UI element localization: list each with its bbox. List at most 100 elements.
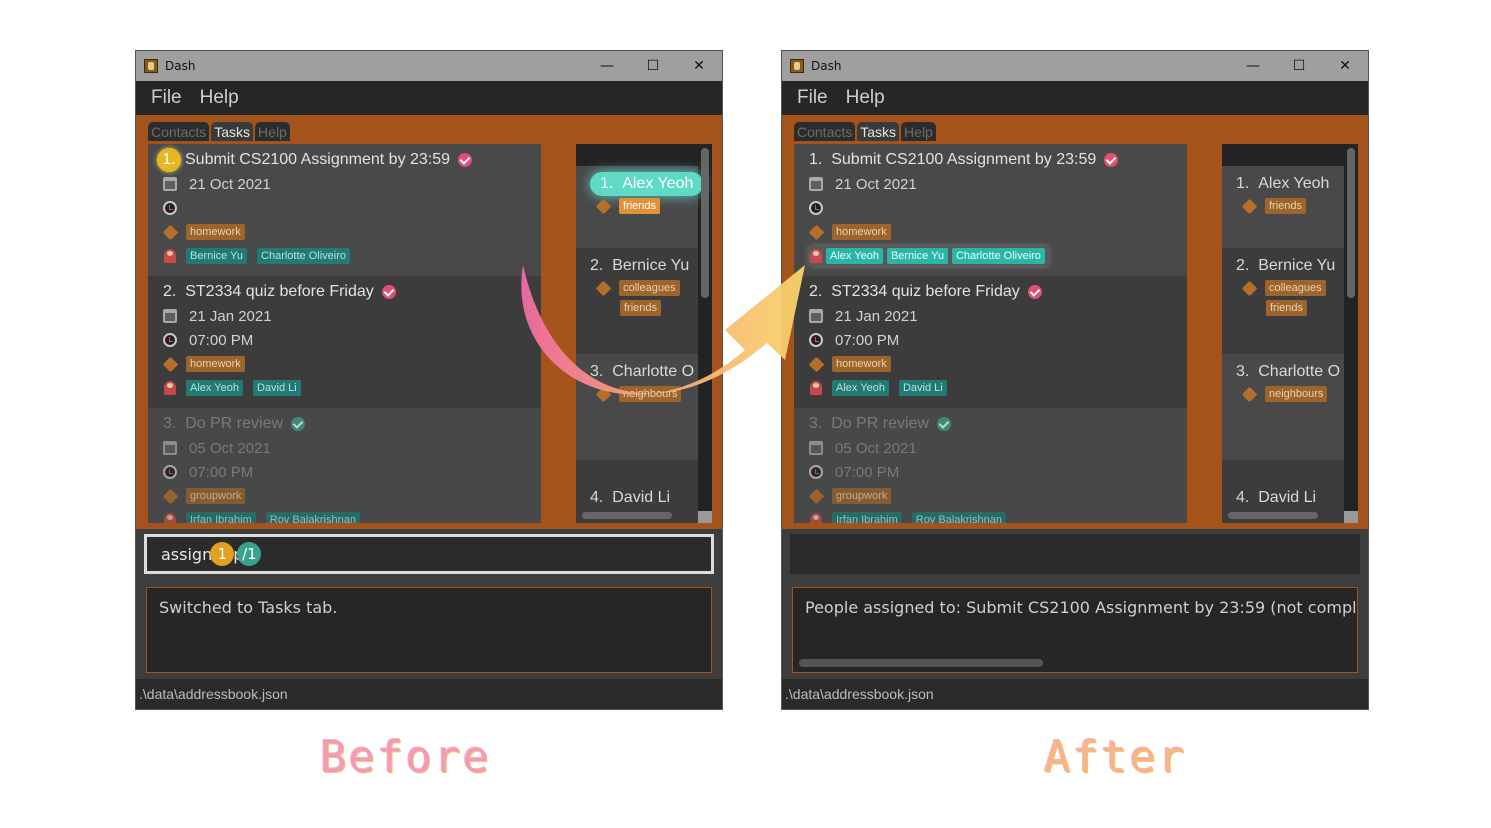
task-list[interactable]: 1. Submit CS2100 Assignment by 23:59 21 … [794, 144, 1187, 523]
tab-tasks[interactable]: Tasks [857, 122, 900, 141]
assignee-pill: Alex Yeoh [832, 380, 889, 396]
person-icon [810, 249, 822, 263]
task-card[interactable]: 3. Do PR review 05 Oct 2021 07:00 PM gro… [794, 408, 1187, 523]
contact-index: 1. [1236, 175, 1250, 192]
task-title: Do PR review [185, 415, 284, 432]
task-card[interactable]: 1. Submit CS2100 Assignment by 23:59 21 … [794, 144, 1187, 276]
contact-scrollbar[interactable] [1347, 148, 1355, 298]
task-date: 21 Jan 2021 [189, 307, 272, 325]
task-list[interactable]: 1. Submit CS2100 Assignment by 23:59 21 O… [148, 144, 541, 523]
menu-help[interactable]: Help [200, 87, 239, 109]
comparison-stage: Dash — ☐ ✕ File Help Contacts Tasks Help… [0, 0, 1491, 828]
command-input[interactable]: assign 1 p /1 [144, 534, 714, 574]
contact-index: 3. [590, 363, 604, 380]
incomplete-check-icon [381, 285, 396, 299]
contact-list[interactable]: 1. Alex Yeoh friends 2. Bernice Yu colle… [1222, 144, 1358, 523]
window-title: Dash [165, 59, 196, 73]
calendar-icon [163, 177, 177, 191]
contact-hscrollbar[interactable] [582, 512, 672, 519]
contact-name: Bernice Yu [612, 257, 690, 274]
tag-icon [162, 488, 179, 504]
after-caption: After [1044, 732, 1187, 783]
title-bar: Dash — ☐ ✕ [136, 51, 722, 81]
maximize-button[interactable]: ☐ [630, 51, 676, 81]
tab-help[interactable]: Help [255, 122, 290, 141]
complete-check-icon [937, 417, 952, 431]
contact-list[interactable]: 1. Alex Yeoh friends 2. Bernice Yu colle… [576, 144, 712, 523]
command-area: assign 1 p /1 [136, 529, 722, 579]
task-card[interactable]: 2. ST2334 quiz before Friday 21 Jan 2021… [148, 276, 541, 408]
minimize-button[interactable]: — [1230, 51, 1276, 81]
app-icon [790, 59, 804, 73]
assignee-highlight-group: Alex Yeoh Bernice Yu Charlotte Oliveiro [809, 246, 1049, 266]
status-bar: .\data\addressbook.json [136, 679, 722, 709]
task-title: Submit CS2100 Assignment by 23:59 [831, 151, 1097, 168]
contact-card[interactable]: 2. Bernice Yu colleagues friends [1222, 248, 1344, 354]
task-title: Submit CS2100 Assignment by 23:59 [185, 151, 451, 168]
tag-icon [1241, 198, 1258, 214]
result-area: People assigned to: Submit CS2100 Assign… [782, 579, 1368, 679]
person-icon [810, 381, 822, 395]
contact-card[interactable]: 3. Charlotte O neighbours [576, 354, 698, 460]
close-button[interactable]: ✕ [1322, 51, 1368, 81]
task-index-highlight: 1. [157, 148, 181, 172]
task-tag: homework [186, 224, 245, 240]
menu-file[interactable]: File [797, 87, 828, 109]
title-bar: Dash — ☐ ✕ [782, 51, 1368, 81]
task-card[interactable]: 3. Do PR review 05 Oct 2021 07:00 PM gro… [148, 408, 541, 523]
close-button[interactable]: ✕ [676, 51, 722, 81]
task-index: 3. [809, 415, 823, 432]
tag-icon [1241, 280, 1258, 296]
task-card[interactable]: 2. ST2334 quiz before Friday 21 Jan 2021… [794, 276, 1187, 408]
menu-file[interactable]: File [151, 87, 182, 109]
task-date: 05 Oct 2021 [835, 439, 917, 457]
contact-name: Bernice Yu [1258, 257, 1336, 274]
assignee-pill: Roy Balakrishnan [911, 512, 1006, 523]
task-title: Do PR review [831, 415, 930, 432]
menu-bar: File Help [782, 81, 1368, 115]
assignee-pill: Bernice Yu [186, 248, 248, 264]
task-tag: homework [832, 356, 891, 372]
contact-tag: friends [1265, 198, 1307, 214]
maximize-button[interactable]: ☐ [1276, 51, 1322, 81]
contact-scrollbar[interactable] [701, 148, 709, 298]
task-time: 07:00 PM [835, 463, 900, 481]
complete-check-icon [291, 417, 306, 431]
assignee-pill: David Li [252, 380, 301, 396]
minimize-button[interactable]: — [584, 51, 630, 81]
contact-card[interactable]: 3. Charlotte O neighbours [1222, 354, 1344, 460]
contact-tag: colleagues [619, 280, 680, 296]
contact-card[interactable]: 2. Bernice Yu colleagues friends [576, 248, 698, 354]
status-path: .\data\addressbook.json [785, 686, 934, 702]
result-display: People assigned to: Submit CS2100 Assign… [792, 587, 1358, 673]
task-date: 21 Oct 2021 [189, 175, 271, 193]
clock-icon [163, 201, 177, 215]
contact-hscrollbar[interactable] [1228, 512, 1318, 519]
tab-help[interactable]: Help [901, 122, 936, 141]
main-panel: Contacts Tasks Help 1. Submit CS2100 Assi… [136, 115, 722, 529]
tag-icon [1241, 386, 1258, 402]
tab-bar: Contacts Tasks Help [148, 122, 290, 141]
command-index-highlight: 1 [210, 542, 235, 566]
result-hscrollbar[interactable] [799, 659, 1043, 667]
scroll-corner [698, 511, 712, 523]
tab-contacts[interactable]: Contacts [794, 122, 856, 141]
command-input[interactable] [790, 534, 1360, 574]
task-card[interactable]: 1. Submit CS2100 Assignment by 23:59 21 O… [148, 144, 541, 276]
tab-contacts[interactable]: Contacts [148, 122, 210, 141]
incomplete-check-icon [1104, 153, 1119, 167]
task-time: 07:00 PM [835, 331, 900, 349]
contact-card[interactable]: 1. Alex Yeoh friends [1222, 166, 1344, 248]
contact-index: 2. [1236, 257, 1250, 274]
assignee-pill: Charlotte Oliveiro [951, 248, 1045, 264]
contact-card[interactable]: 1. Alex Yeoh friends [576, 166, 704, 248]
menu-help[interactable]: Help [846, 87, 885, 109]
task-index: 1. [809, 151, 823, 168]
tag-icon [162, 224, 179, 240]
tab-tasks[interactable]: Tasks [211, 122, 254, 141]
task-title: ST2334 quiz before Friday [185, 283, 374, 300]
contact-index: 3. [1236, 363, 1250, 380]
calendar-icon [809, 309, 823, 323]
assignee-pill: Roy Balakrishnan [265, 512, 360, 523]
person-icon [164, 381, 176, 395]
